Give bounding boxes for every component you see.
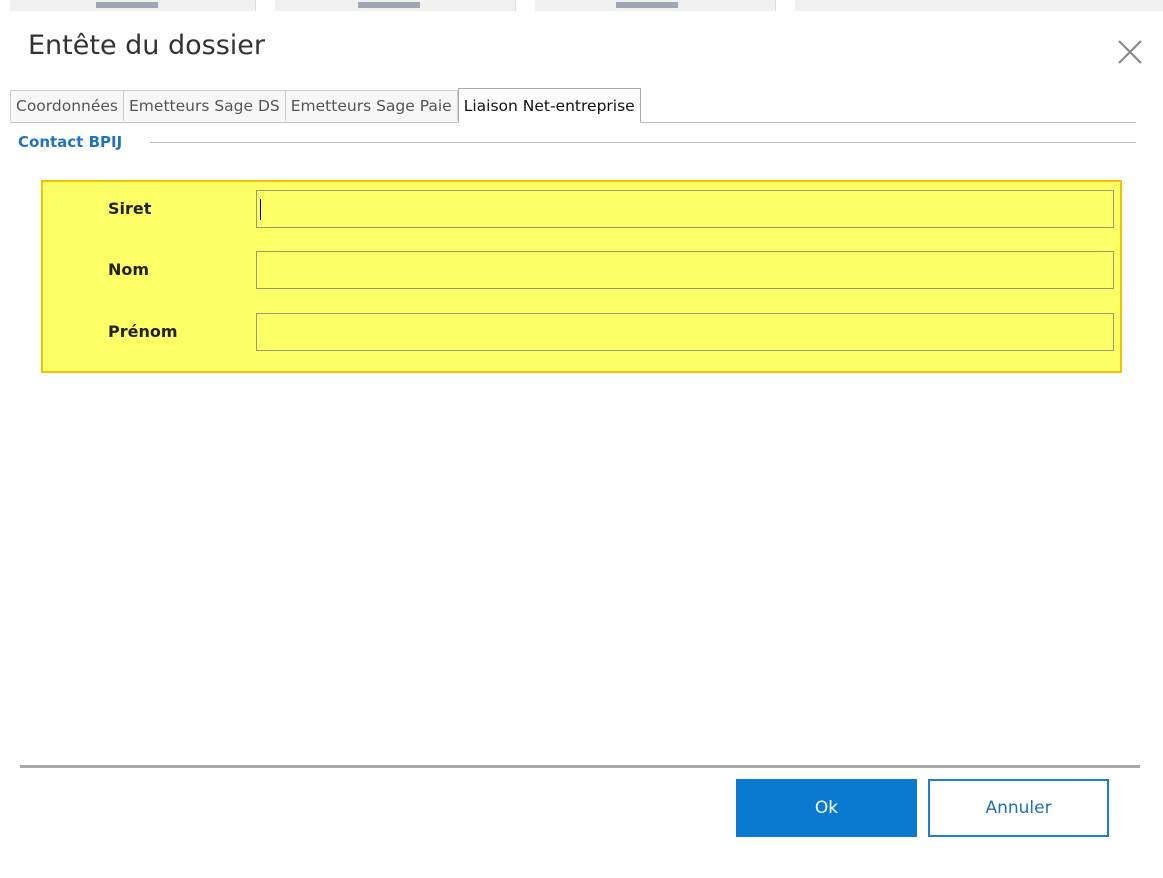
close-icon (1118, 40, 1142, 64)
background-text-fragment (358, 2, 420, 8)
siret-input[interactable] (256, 190, 1114, 228)
ok-button[interactable]: Ok (736, 779, 917, 837)
tab-emetteurs-sage-paie[interactable]: Emetteurs Sage Paie (285, 90, 458, 121)
background-text-fragment (96, 2, 158, 8)
prenom-input[interactable] (256, 313, 1114, 351)
background-text-fragment (616, 2, 678, 8)
nom-input[interactable] (256, 251, 1114, 289)
text-cursor (260, 199, 261, 220)
tab-emetteurs-sage-ds[interactable]: Emetteurs Sage DS (124, 90, 286, 121)
nom-label: Nom (108, 260, 150, 279)
tab-coordonnees[interactable]: Coordonnées (10, 90, 125, 121)
dialog-title: Entête du dossier (28, 30, 265, 61)
group-divider (150, 142, 1136, 143)
close-button[interactable] (1112, 34, 1148, 70)
siret-label: Siret (108, 199, 152, 218)
background-column-header (795, 0, 1163, 11)
tab-bar: Coordonnées Emetteurs Sage DS Emetteurs … (10, 88, 641, 123)
prenom-label: Prénom (108, 322, 178, 341)
tab-liaison-net-entreprise[interactable]: Liaison Net-entreprise (457, 88, 641, 123)
cancel-button[interactable]: Annuler (928, 779, 1109, 837)
background-window-strip (0, 0, 1163, 14)
footer-divider (20, 765, 1140, 768)
group-title-contact-bpij: Contact BPIJ (18, 133, 123, 151)
